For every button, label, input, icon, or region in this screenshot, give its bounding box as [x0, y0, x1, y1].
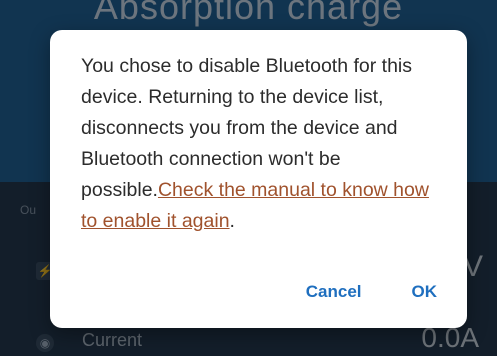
cancel-button[interactable]: Cancel — [298, 278, 370, 306]
dialog-message-trailing: . — [229, 210, 235, 232]
bluetooth-disable-dialog: You chose to disable Bluetooth for this … — [50, 30, 467, 328]
dialog-message: You chose to disable Bluetooth for this … — [81, 51, 441, 237]
ok-button[interactable]: OK — [404, 278, 446, 306]
dialog-actions: Cancel OK — [298, 278, 445, 306]
